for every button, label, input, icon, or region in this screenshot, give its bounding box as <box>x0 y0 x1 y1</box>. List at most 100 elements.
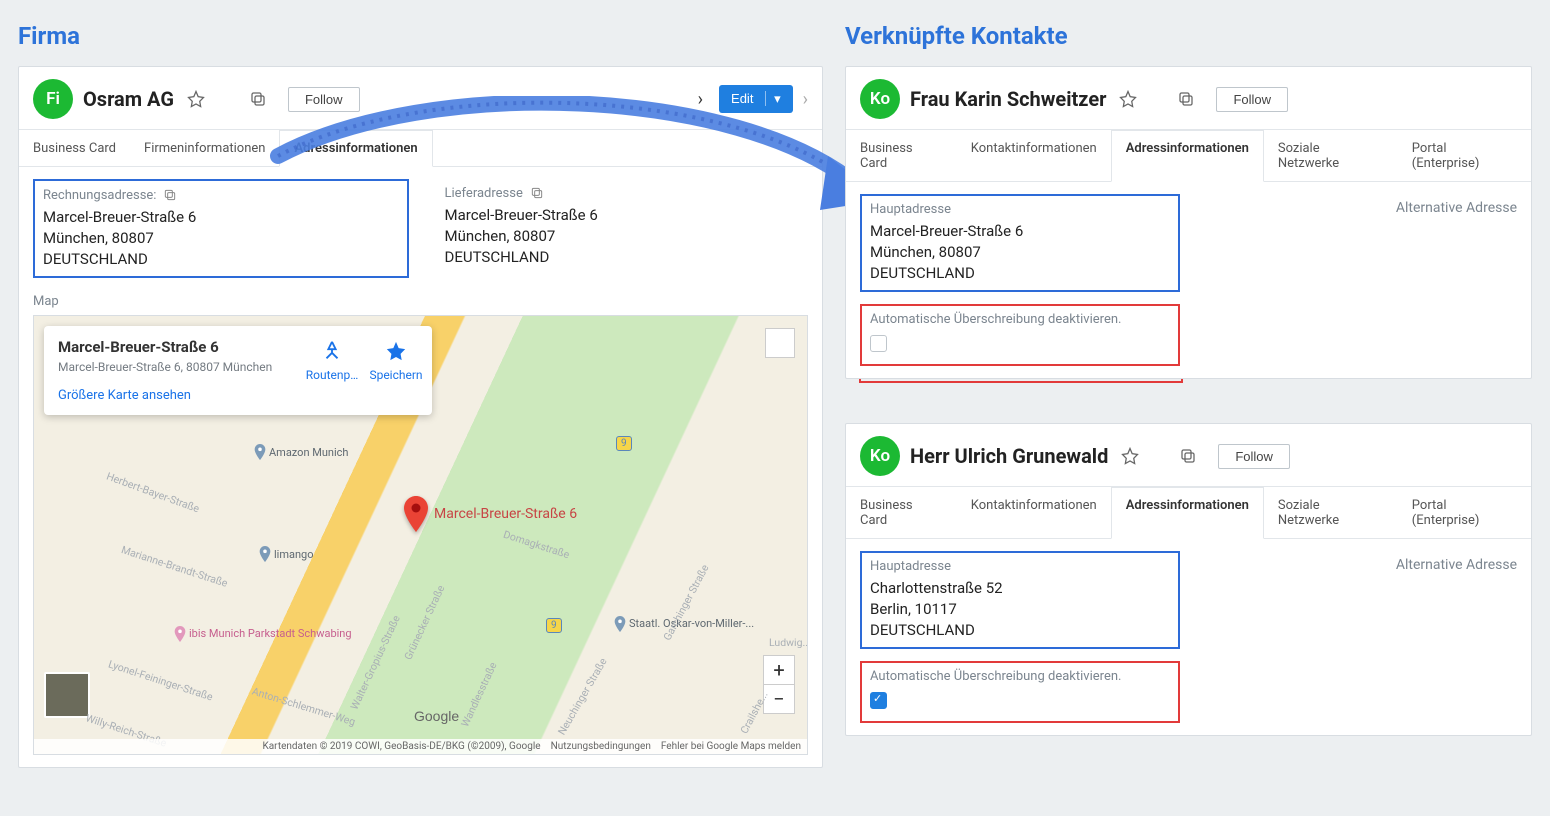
contact-header: Ko Herr Ulrich Grunewald Follow <box>846 424 1531 487</box>
star-icon[interactable] <box>1118 444 1142 468</box>
road-neuching: Neuchinger Straße <box>555 656 610 738</box>
map-label: Map <box>33 294 808 309</box>
star-icon[interactable] <box>184 87 208 111</box>
copy-icon[interactable] <box>1176 444 1200 468</box>
attrib-copyright: Kartendaten © 2019 COWI, GeoBasis-DE/BKG… <box>262 741 540 752</box>
copy-icon[interactable] <box>1174 87 1198 111</box>
contact-chip: Ko <box>860 79 900 119</box>
chevron-right-icon[interactable]: › <box>698 89 703 110</box>
tab-business-card[interactable]: Business Card <box>846 130 957 181</box>
copy-icon[interactable] <box>529 185 545 201</box>
overwrite-block: Automatische Überschreibung deaktivieren… <box>860 304 1180 366</box>
contact-city: München, 80807 <box>870 242 1170 263</box>
tab-portal[interactable]: Portal (Enterprise) <box>1398 487 1531 538</box>
map-attribution: Kartendaten © 2019 COWI, GeoBasis-DE/BKG… <box>34 739 807 754</box>
map-pin[interactable]: Marcel-Breuer-Straße 6 <box>404 496 577 532</box>
tab-soziale-netzwerke[interactable]: Soziale Netzwerke <box>1264 130 1398 181</box>
shipping-label: Lieferadresse <box>445 186 523 201</box>
tab-kontaktinformationen[interactable]: Kontaktinformationen <box>957 487 1111 538</box>
billing-street: Marcel-Breuer-Straße 6 <box>43 207 399 228</box>
contact-chip: Ko <box>860 436 900 476</box>
road-marianne: Marianne-Brandt-Straße <box>120 543 230 590</box>
contact-city: Berlin, 10117 <box>870 599 1170 620</box>
alternative-address-label: Alternative Adresse <box>1180 551 1517 649</box>
zoom-in-button[interactable]: + <box>764 656 794 685</box>
contact-street: Charlottenstraße 52 <box>870 578 1170 599</box>
company-title: Osram AG <box>83 87 174 111</box>
route-shield-9: 9 <box>616 436 632 451</box>
copy-icon[interactable] <box>162 187 178 203</box>
main-address-block: Hauptadresse Charlottenstraße 52 Berlin,… <box>860 551 1180 649</box>
map-directions-label: Routenp… <box>306 368 359 382</box>
google-logo: Google <box>414 708 459 724</box>
road-domagk: Domagkstraße <box>502 528 571 562</box>
overwrite-label: Automatische Überschreibung deaktivieren… <box>870 312 1170 327</box>
map-save-label: Speichern <box>369 368 422 382</box>
contact-country: DEUTSCHLAND <box>870 620 1170 641</box>
shipping-country: DEUTSCHLAND <box>445 247 801 268</box>
poi-amazon[interactable]: Amazon Munich <box>254 444 349 460</box>
contact-street: Marcel-Breuer-Straße 6 <box>870 221 1170 242</box>
company-column: Firma Fi Osram AG Follow › Edit ▾ <box>18 18 823 798</box>
map-save-button[interactable]: Speichern <box>366 340 426 382</box>
contacts-column: Verknüpfte Kontakte Ko Frau Karin Schwei… <box>845 18 1532 798</box>
satellite-thumbnail[interactable] <box>44 672 90 718</box>
attrib-terms-link[interactable]: Nutzungsbedingungen <box>551 741 651 752</box>
attrib-report-link[interactable]: Fehler bei Google Maps melden <box>661 741 801 752</box>
map-info-popup: Marcel-Breuer-Straße 6 Marcel-Breuer-Str… <box>44 326 432 415</box>
star-icon[interactable] <box>1116 87 1140 111</box>
tab-adressinformationen[interactable]: Adressinformationen <box>279 130 432 167</box>
follow-button[interactable]: Follow <box>1218 444 1290 469</box>
heading-contacts: Verknüpfte Kontakte <box>845 22 1532 50</box>
tab-business-card[interactable]: Business Card <box>846 487 957 538</box>
route-shield-9: 9 <box>546 618 562 633</box>
main-address-label: Hauptadresse <box>870 559 951 574</box>
poi-ibis[interactable]: ibis Munich Parkstadt Schwabing <box>174 626 304 642</box>
road-gropius: Walter-Gropius-Straße <box>348 613 403 711</box>
tab-firmeninformationen[interactable]: Firmeninformationen <box>130 130 279 166</box>
road-wandles: Wandlesstraße <box>458 660 499 729</box>
billing-country: DEUTSCHLAND <box>43 249 399 270</box>
company-chip: Fi <box>33 79 73 119</box>
main-address-block: Hauptadresse Marcel-Breuer-Straße 6 Münc… <box>860 194 1180 292</box>
overwrite-block: Automatische Überschreibung deaktivieren… <box>860 661 1180 723</box>
tab-kontaktinformationen[interactable]: Kontaktinformationen <box>957 130 1111 181</box>
edit-button[interactable]: Edit ▾ <box>719 85 793 113</box>
alternative-address-label: Alternative Adresse <box>1180 194 1517 292</box>
contact-country: DEUTSCHLAND <box>870 263 1170 284</box>
chevron-right-icon[interactable]: › <box>803 89 808 110</box>
tab-portal[interactable]: Portal (Enterprise) <box>1398 130 1531 181</box>
shipping-city: München, 80807 <box>445 226 801 247</box>
tab-business-card[interactable]: Business Card <box>19 130 130 166</box>
map-pin-label: Marcel-Breuer-Straße 6 <box>434 506 577 522</box>
copy-icon[interactable] <box>246 87 270 111</box>
heading-firma: Firma <box>18 22 823 50</box>
zoom-control: + − <box>763 655 795 714</box>
contact-header: Ko Frau Karin Schweitzer Follow <box>846 67 1531 130</box>
map-larger-link[interactable]: Größere Karte ansehen <box>58 388 191 403</box>
overwrite-label: Automatische Überschreibung deaktivieren… <box>870 669 1170 684</box>
map[interactable]: Marcel-Breuer-Straße 6 Marcel-Breuer-Str… <box>33 315 808 755</box>
tab-adressinformationen[interactable]: Adressinformationen <box>1111 130 1264 182</box>
contact-title: Frau Karin Schweitzer <box>910 87 1106 111</box>
contact-card-2: Ko Herr Ulrich Grunewald Follow Business… <box>845 423 1532 736</box>
map-directions-button[interactable]: Routenp… <box>302 340 362 382</box>
fullscreen-icon[interactable] <box>765 328 795 358</box>
main-address-label: Hauptadresse <box>870 202 951 217</box>
tab-soziale-netzwerke[interactable]: Soziale Netzwerke <box>1264 487 1398 538</box>
contact-tabs: Business Card Kontaktinformationen Adres… <box>846 487 1531 539</box>
poi-limango[interactable]: limango <box>259 546 314 562</box>
follow-button[interactable]: Follow <box>1216 87 1288 112</box>
tab-adressinformationen[interactable]: Adressinformationen <box>1111 487 1264 539</box>
contact-tabs: Business Card Kontaktinformationen Adres… <box>846 130 1531 182</box>
company-body: Rechnungsadresse: Marcel-Breuer-Straße 6… <box>19 167 822 767</box>
follow-button[interactable]: Follow <box>288 87 360 112</box>
overwrite-checkbox[interactable] <box>870 692 887 709</box>
billing-label: Rechnungsadresse: <box>43 188 156 203</box>
billing-city: München, 80807 <box>43 228 399 249</box>
contact-card-1: Ko Frau Karin Schweitzer Follow Business… <box>845 66 1532 379</box>
edit-label: Edit <box>731 91 753 106</box>
overwrite-checkbox[interactable] <box>870 335 887 352</box>
company-header: Fi Osram AG Follow › Edit ▾ › <box>19 67 822 130</box>
edit-caret-icon[interactable]: ▾ <box>765 91 781 106</box>
